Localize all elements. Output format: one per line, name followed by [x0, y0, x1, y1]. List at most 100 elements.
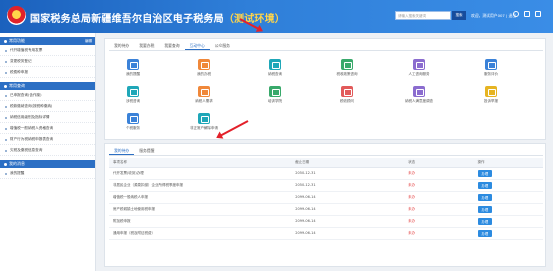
sidebar-item[interactable]: 纳税信用级别及指标详情 [0, 112, 95, 123]
header-icons [513, 11, 541, 17]
todo-tabs: 我的待办 服务提醒 [109, 146, 543, 156]
function-icon [269, 86, 281, 97]
main-tabs: 我的待办 我要办税 我要查询 互动中心 公众服务 [109, 41, 543, 51]
todo-status: 未办 [404, 191, 474, 204]
section-dot-icon [4, 84, 7, 88]
function-tile[interactable]: 我的办税 [182, 59, 226, 77]
search-button[interactable]: 搜索 [452, 11, 466, 20]
user-icon[interactable] [513, 11, 519, 17]
handle-button[interactable]: 办理 [477, 217, 493, 225]
function-tile[interactable]: 纳税查询 [253, 59, 297, 77]
function-tile[interactable]: 非正常户解除申请 [182, 113, 226, 131]
function-label: 税收顾问 [340, 99, 354, 103]
function-label: 我的提醒 [126, 72, 140, 76]
function-icon [269, 59, 281, 70]
search-input[interactable]: 请输入搜索关键词 [395, 11, 451, 20]
sidebar-item[interactable]: 财产行为税纳税申报表查询 [0, 134, 95, 145]
function-icon [413, 86, 425, 97]
handle-button[interactable]: 办理 [477, 229, 493, 237]
todo-action-cell: 办理 [473, 167, 543, 180]
sidebar-section-header[interactable]: 常用查询 [0, 82, 95, 90]
table-row: 通用申报（税及附征税费） 2099-06-14 未办 办理 [109, 227, 543, 240]
function-tile[interactable]: 服务评价 [469, 59, 513, 77]
column-header: 事项名称 [109, 158, 292, 168]
top-header: 国家税务总局新疆维吾尔自治区电子税务局（测试环境） 请输入搜索关键词 搜索 欢迎… [0, 0, 553, 33]
handle-button[interactable]: 办理 [477, 205, 493, 213]
function-tile[interactable]: 培训学院 [253, 86, 297, 104]
table-row: 增值税一般纳税人申报 2099-06-14 未办 办理 [109, 191, 543, 204]
function-icon [127, 86, 139, 97]
sidebar-item[interactable]: 欠税及缴税信息查询 [0, 145, 95, 156]
sidebar-item[interactable]: 变更税务登记 [0, 56, 95, 67]
function-icon [198, 86, 210, 97]
main-tab[interactable]: 我要办税 [134, 41, 159, 50]
function-icon [127, 113, 139, 124]
function-tile[interactable]: 涉税咨询 [111, 86, 155, 104]
todo-action-cell: 办理 [473, 191, 543, 204]
sidebar-item[interactable]: 税费种申报 [0, 67, 95, 78]
column-header: 截止日期 [291, 158, 405, 168]
table-row: 代开发票(收到)办理 2050-12-31 未办 办理 [109, 167, 543, 180]
function-icon [198, 59, 210, 70]
sidebar-item[interactable]: 代开增值税专用发票 [0, 45, 95, 56]
function-icon [127, 59, 139, 70]
main-tab[interactable]: 我的待办 [109, 41, 134, 50]
user-info[interactable]: 欢迎，测试用户007 | 退出 [471, 13, 516, 19]
table-row: 非居民企业（源泉扣缴）企业所得税季度申报 2050-12-31 未办 办理 [109, 179, 543, 192]
todo-name: 代开发票(收到)办理 [109, 167, 292, 180]
table-row: 附加税申报 2099-06-14 未办 办理 [109, 215, 543, 228]
main-tab[interactable]: 互动中心 [184, 41, 210, 50]
todo-panel: 我的待办 服务提醒 事项名称 截止日期 状态 操作 代开发票(收到)办理 2050-12-3… [104, 143, 546, 267]
todo-name: 附加税申报 [109, 215, 292, 228]
todo-action-cell: 办理 [473, 179, 543, 192]
function-label: 个税服务 [126, 126, 140, 130]
function-tile[interactable]: 纳税人满意度调查 [397, 86, 441, 104]
todo-date: 2099-06-14 [291, 203, 405, 216]
sidebar-section-header[interactable]: 常用功能 编辑 [0, 37, 95, 45]
todo-action-cell: 办理 [473, 215, 543, 228]
function-tile[interactable]: 人工咨询服务 [397, 59, 441, 77]
todo-tab[interactable]: 我的待办 [109, 146, 135, 155]
env-tag: （测试环境） [223, 14, 286, 25]
main-panel: 我的待办 我要办税 我要查询 互动中心 公众服务 我的提醒 我的办税 纳税查询 税收政策咨询 人… [104, 38, 546, 140]
table-header-row: 事项名称 截止日期 状态 操作 [109, 158, 543, 168]
function-tile[interactable]: 纳税人需求 [182, 86, 226, 104]
sidebar: 常用功能 编辑 代开增值税专用发票 变更税务登记 税费种申报常用查询 已申报查询(含作废)… [0, 33, 96, 271]
sidebar-item[interactable]: 增值税一般纳税人资格查询 [0, 123, 95, 134]
function-label: 我的办税 [197, 72, 211, 76]
handle-button[interactable]: 办理 [477, 181, 493, 189]
message-icon[interactable] [524, 11, 530, 17]
tax-bureau-logo [7, 6, 26, 25]
main-tab[interactable]: 公众服务 [210, 41, 235, 50]
function-tile[interactable]: 税收顾问 [325, 86, 369, 104]
function-label: 服务评价 [484, 72, 498, 76]
function-tile[interactable]: 投诉举报 [469, 86, 513, 104]
todo-name: 非居民企业（源泉扣缴）企业所得税季度申报 [109, 179, 292, 192]
handle-button[interactable]: 办理 [477, 169, 493, 177]
main-tab[interactable]: 我要查询 [159, 41, 184, 50]
sidebar-edit-link[interactable]: 编辑 [85, 37, 92, 45]
function-tile[interactable]: 个税服务 [111, 113, 155, 131]
function-tile[interactable]: 我的提醒 [111, 59, 155, 77]
todo-date: 2099-06-14 [291, 227, 405, 240]
todo-status: 未办 [404, 227, 474, 240]
todo-table: 事项名称 截止日期 状态 操作 代开发票(收到)办理 2050-12-31 未办 办理 非居民企… [109, 158, 543, 240]
todo-status: 未办 [404, 203, 474, 216]
help-icon[interactable] [535, 11, 541, 17]
function-tile[interactable]: 税收政策咨询 [325, 59, 369, 77]
table-row: 房产税城镇土地使用税申报 2099-06-14 未办 办理 [109, 203, 543, 216]
sidebar-section-title: 我的消息 [9, 161, 25, 166]
todo-action-cell: 办理 [473, 203, 543, 216]
column-header: 操作 [473, 158, 543, 168]
todo-tab[interactable]: 服务提醒 [134, 146, 159, 155]
todo-status: 未办 [404, 215, 474, 228]
sidebar-section-header[interactable]: 我的消息 [0, 160, 95, 168]
handle-button[interactable]: 办理 [477, 193, 493, 201]
sidebar-item[interactable]: 税款缴纳查询(按税种缴纳) [0, 101, 95, 112]
sidebar-item[interactable]: 已申报查询(含作废) [0, 90, 95, 101]
function-icon [198, 113, 210, 124]
sidebar-item[interactable]: 我的提醒 [0, 168, 95, 179]
function-icon [341, 59, 353, 70]
function-label: 人工咨询服务 [408, 72, 430, 76]
section-dot-icon [4, 162, 7, 166]
